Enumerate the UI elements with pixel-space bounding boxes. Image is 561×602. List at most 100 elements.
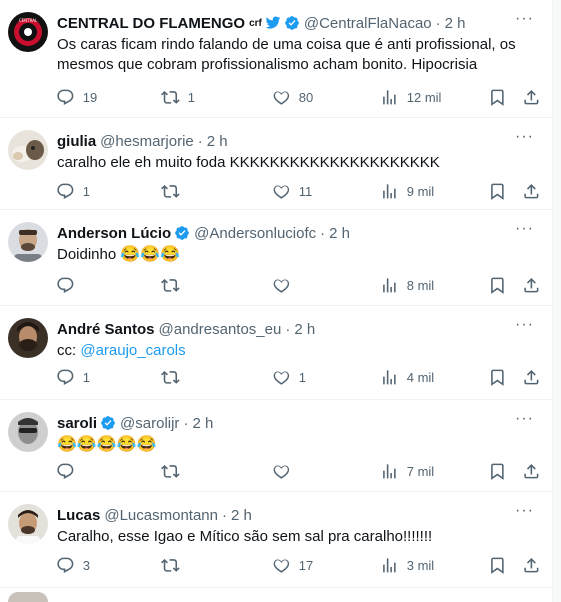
retweet-button[interactable]: [161, 554, 188, 576]
action-bar: 3 17 3 mil: [50, 554, 539, 576]
bookmark-button[interactable]: [488, 554, 507, 576]
retweet-icon: [161, 278, 180, 292]
tweet-central-do-flamengo[interactable]: CENTRAL CENTRAL DO FLAMENGO crf @Central…: [0, 0, 553, 118]
bookmark-button[interactable]: [488, 274, 507, 296]
more-options-icon[interactable]: ···: [515, 317, 533, 338]
tweet-anderson-lucio[interactable]: Anderson Lúcio @Andersonluciofc · 2 h ··…: [0, 210, 553, 306]
user-handle[interactable]: @andresantos_eu: [159, 321, 282, 338]
reply-feed: CENTRAL CENTRAL DO FLAMENGO crf @Central…: [0, 0, 553, 602]
display-name[interactable]: Lucas: [57, 507, 100, 524]
user-handle[interactable]: @sarolijr: [120, 415, 179, 432]
display-name[interactable]: André Santos: [57, 321, 155, 338]
timestamp[interactable]: 2 h: [329, 225, 350, 242]
share-button[interactable]: [522, 274, 541, 296]
bookmark-button[interactable]: [488, 460, 507, 482]
reply-button[interactable]: 19: [56, 86, 97, 108]
verified-badge-icon: [284, 15, 300, 31]
user-handle[interactable]: @Andersonluciofc: [194, 225, 316, 242]
timestamp[interactable]: 2 h: [445, 15, 466, 32]
like-button[interactable]: 17: [272, 554, 313, 576]
share-button[interactable]: [522, 180, 541, 202]
avatar[interactable]: CENTRAL: [8, 12, 48, 52]
reply-icon: [57, 369, 74, 385]
like-count: 11: [298, 183, 313, 199]
tweet-text: Caralho, esse Igao e Mítico são sem sal …: [57, 528, 433, 545]
more-options-icon[interactable]: ···: [515, 221, 533, 242]
timestamp[interactable]: 2 h: [231, 507, 252, 524]
tweet-text: cc: @araujo_carols: [57, 341, 529, 361]
share-icon: [524, 277, 539, 293]
avatar[interactable]: [8, 222, 48, 262]
next-tweet-peek[interactable]: [8, 592, 48, 602]
views-button[interactable]: 8 mil: [380, 274, 434, 296]
more-options-icon[interactable]: ···: [515, 411, 533, 432]
verified-badge-icon: [174, 225, 190, 241]
reply-count: 1: [82, 369, 90, 385]
like-button[interactable]: 11: [272, 180, 312, 202]
avatar[interactable]: [8, 130, 48, 170]
user-handle[interactable]: @CentralFlaNacao: [304, 15, 432, 32]
views-button[interactable]: 4 mil: [380, 366, 434, 388]
reply-button[interactable]: 3: [56, 554, 90, 576]
avatar[interactable]: [8, 412, 48, 452]
avatar[interactable]: [8, 318, 48, 358]
like-button[interactable]: 80: [272, 86, 313, 108]
share-button[interactable]: [522, 366, 541, 388]
separator-dot: ·: [320, 224, 326, 242]
bookmark-button[interactable]: [488, 366, 507, 388]
like-button[interactable]: 1: [272, 366, 306, 388]
more-options-icon[interactable]: ···: [515, 11, 533, 32]
reply-button[interactable]: 1: [56, 366, 90, 388]
views-button[interactable]: 9 mil: [380, 180, 434, 202]
scrollbar[interactable]: [553, 0, 561, 602]
display-name[interactable]: Anderson Lúcio: [57, 225, 171, 242]
share-button[interactable]: [522, 460, 541, 482]
views-count: 9 mil: [406, 183, 435, 199]
tweet-header: André Santos @andresantos_eu · 2 h: [57, 319, 513, 339]
tweet-saroli[interactable]: saroli @sarolijr · 2 h ··· 😂😂😂😂😂 7 mil: [0, 400, 553, 492]
display-name[interactable]: saroli: [57, 415, 97, 432]
like-button[interactable]: [272, 274, 299, 296]
heart-icon: [273, 279, 290, 293]
retweet-icon: [161, 370, 180, 384]
retweet-button[interactable]: [161, 366, 188, 388]
share-icon: [524, 463, 539, 479]
timestamp[interactable]: 2 h: [192, 415, 213, 432]
views-icon: [383, 277, 396, 293]
views-count: 4 mil: [406, 369, 435, 385]
retweet-button[interactable]: [161, 180, 188, 202]
more-options-icon[interactable]: ···: [515, 129, 533, 150]
verified-badge-icon: [100, 415, 116, 431]
display-name[interactable]: giulia: [57, 133, 96, 150]
like-button[interactable]: [272, 460, 299, 482]
views-count: 7 mil: [406, 463, 435, 479]
views-icon: [383, 463, 396, 479]
reply-button[interactable]: [56, 460, 83, 482]
reply-button[interactable]: [56, 274, 83, 296]
timestamp[interactable]: 2 h: [294, 321, 315, 338]
retweet-button[interactable]: [161, 460, 188, 482]
tweet-giulia[interactable]: giulia @hesmarjorie · 2 h ··· caralho el…: [0, 118, 553, 210]
user-handle[interactable]: @Lucasmontann: [104, 507, 218, 524]
more-options-icon[interactable]: ···: [515, 503, 533, 524]
bookmark-icon: [491, 463, 504, 480]
views-button[interactable]: 12 mil: [380, 86, 441, 108]
separator-dot: ·: [183, 414, 189, 432]
mention-link[interactable]: @araujo_carols: [80, 342, 185, 359]
share-button[interactable]: [522, 86, 541, 108]
share-button[interactable]: [522, 554, 541, 576]
timestamp[interactable]: 2 h: [207, 133, 228, 150]
tweet-andre-santos[interactable]: André Santos @andresantos_eu · 2 h ··· c…: [0, 306, 553, 400]
avatar[interactable]: [8, 504, 48, 544]
retweet-button[interactable]: 1: [161, 86, 195, 108]
bookmark-button[interactable]: [488, 86, 507, 108]
user-handle[interactable]: @hesmarjorie: [100, 133, 194, 150]
retweet-icon: [161, 464, 180, 478]
reply-button[interactable]: 1: [56, 180, 90, 202]
tweet-lucas[interactable]: Lucas @Lucasmontann · 2 h ··· Caralho, e…: [0, 492, 553, 588]
display-name[interactable]: CENTRAL DO FLAMENGO: [57, 15, 245, 32]
bookmark-button[interactable]: [488, 180, 507, 202]
retweet-button[interactable]: [161, 274, 188, 296]
views-button[interactable]: 3 mil: [380, 554, 434, 576]
views-button[interactable]: 7 mil: [380, 460, 434, 482]
